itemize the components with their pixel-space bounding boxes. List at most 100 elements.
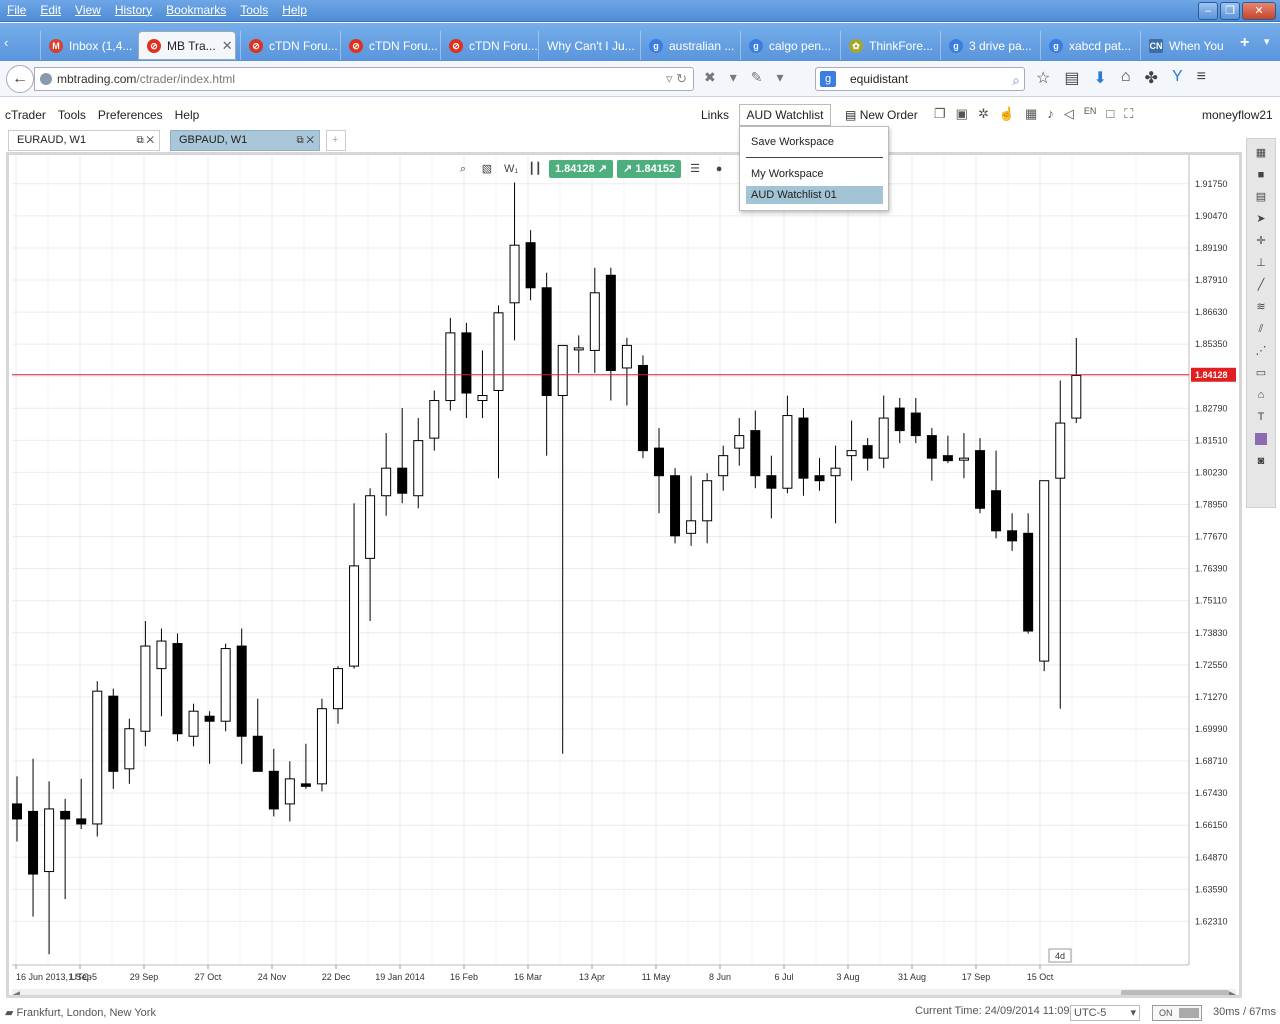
tab-australian[interactable]: g australian ...	[640, 31, 738, 60]
candle-body[interactable]	[509, 244, 520, 304]
save-workspace-item[interactable]: Save Workspace	[746, 133, 883, 151]
menu-preferences[interactable]: Preferences	[98, 108, 163, 122]
candle-body[interactable]	[477, 395, 488, 402]
candle-body[interactable]	[204, 715, 215, 722]
tab-gmail[interactable]: M Inbox (1,4...	[40, 31, 136, 60]
addon-pen-icon[interactable]: ✎	[751, 69, 763, 86]
candlestick-chart[interactable]: 1.91750 1.90470 1.89190 1.87910 1.86630 1.853…	[9, 155, 1239, 995]
candle-body[interactable]	[493, 312, 504, 392]
menu-bookmarks[interactable]: Bookmarks	[159, 1, 233, 19]
candle-body[interactable]	[718, 455, 729, 477]
candle-body[interactable]	[991, 490, 1002, 532]
sell-price-button[interactable]: 1.84128 ↗	[549, 160, 614, 178]
menu-tools[interactable]: Tools	[58, 108, 86, 122]
rectangle-icon[interactable]: ▭	[1251, 363, 1271, 383]
alert-bell-icon[interactable]: ♪	[1047, 106, 1054, 122]
candle-body[interactable]	[429, 400, 440, 439]
home-icon[interactable]: ⌂	[1121, 68, 1131, 88]
back-button[interactable]: ←	[6, 65, 34, 93]
candle-body[interactable]	[156, 640, 167, 670]
menu-tools[interactable]: Tools	[233, 1, 275, 19]
close-tab-icon[interactable]: ✕	[222, 38, 233, 54]
candle-body[interactable]	[814, 475, 825, 482]
video-icon[interactable]: ▣	[956, 106, 968, 122]
addon-icon[interactable]: ✤	[1145, 68, 1158, 88]
restore-button[interactable]: ❐	[1220, 2, 1240, 20]
text-icon[interactable]: T	[1251, 407, 1271, 427]
candle-body[interactable]	[621, 344, 632, 369]
candle-body[interactable]	[140, 645, 151, 732]
tab-when-you[interactable]: CN When You	[1140, 31, 1232, 60]
bookmarks-list-icon[interactable]: ▤	[1064, 68, 1079, 88]
chart-tab-controls-icon[interactable]: ⧉ ✕	[136, 131, 154, 150]
candle-body[interactable]	[766, 475, 777, 489]
horizontal-scrollbar-track[interactable]	[12, 989, 1236, 995]
username[interactable]: moneyflow21	[1202, 108, 1273, 122]
new-order-button[interactable]: ▤ New Order	[845, 108, 918, 122]
horizontal-line-icon[interactable]: ⊥	[1251, 253, 1271, 273]
candle-body[interactable]	[589, 292, 600, 351]
candle-body[interactable]	[381, 467, 392, 497]
tab-thinkforex[interactable]: ✿ ThinkFore...	[840, 31, 938, 60]
candle-body[interactable]	[750, 430, 761, 477]
menu-edit[interactable]: Edit	[33, 1, 68, 19]
candle-body[interactable]	[333, 668, 343, 710]
menu-help[interactable]: Help	[275, 1, 314, 19]
candle-body[interactable]	[12, 803, 22, 820]
info-icon[interactable]: ●	[709, 160, 729, 178]
minimize-button[interactable]: –	[1198, 2, 1218, 20]
candle-body[interactable]	[734, 435, 745, 449]
candle-body[interactable]	[878, 417, 889, 459]
tab-xabcd[interactable]: g xabcd pat...	[1040, 31, 1138, 60]
scroll-left-icon[interactable]: ◀	[13, 989, 20, 995]
candle-body[interactable]	[44, 808, 55, 873]
hamburger-menu-icon[interactable]: ≡	[1197, 68, 1206, 88]
candle-body[interactable]	[172, 643, 183, 735]
candle-body[interactable]	[942, 455, 953, 462]
language-icon[interactable]: EN	[1084, 106, 1097, 122]
addon-block-icon[interactable]: ✖	[704, 69, 716, 86]
candle-body[interactable]	[92, 690, 103, 825]
candles-icon[interactable]: ┃┃	[525, 160, 545, 178]
menu-help[interactable]: Help	[175, 108, 200, 122]
candle-body[interactable]	[252, 735, 263, 772]
cursor-icon[interactable]: ➤	[1251, 209, 1271, 229]
watchlist-button[interactable]: AUD Watchlist 01	[739, 104, 831, 142]
search-input[interactable]: g equidistant ⌕	[815, 67, 1025, 91]
timezone-select[interactable]: UTC-5 ▾	[1070, 1005, 1140, 1021]
crosshair-icon[interactable]: ✛	[1251, 231, 1271, 251]
candle-body[interactable]	[284, 778, 295, 805]
candle-body[interactable]	[349, 565, 360, 667]
candle-body[interactable]	[1039, 480, 1050, 662]
menu-file[interactable]: File	[0, 1, 33, 19]
candle-body[interactable]	[958, 457, 969, 461]
chart-area[interactable]: 1.91750 1.90470 1.89190 1.87910 1.86630 1.853…	[6, 152, 1242, 998]
menu-history[interactable]: History	[108, 1, 159, 19]
tab-ctdn-2[interactable]: ⊘ cTDN Foru...	[340, 31, 438, 60]
candle-body[interactable]	[605, 274, 616, 371]
horizontal-scrollbar-thumb[interactable]	[1121, 990, 1229, 995]
close-window-button[interactable]: ✕	[1242, 2, 1276, 20]
one-click-icon[interactable]: ☝	[999, 106, 1015, 122]
candle-body[interactable]	[300, 783, 311, 787]
grid-layout-icon[interactable]: ▦	[1251, 143, 1271, 163]
chart-type-icon[interactable]: ▧	[477, 160, 497, 178]
candle-body[interactable]	[702, 480, 713, 522]
candle-body[interactable]	[573, 347, 584, 351]
candle-body[interactable]	[1023, 532, 1034, 632]
window-mode-icon[interactable]: □	[1106, 106, 1114, 122]
candle-body[interactable]	[188, 710, 199, 737]
download-icon[interactable]: ⬇	[1093, 68, 1106, 88]
indicators-icon[interactable]: ☰	[685, 160, 705, 178]
single-layout-icon[interactable]: ■	[1251, 165, 1271, 185]
connection-toggle[interactable]: ON	[1152, 1005, 1202, 1021]
tab-mbtrading[interactable]: ⊘ MB Tra... ✕	[138, 31, 236, 60]
windows-icon[interactable]: ❐	[934, 106, 946, 122]
tab-scroll-left-icon[interactable]: ‹	[4, 35, 8, 50]
tab-3-drive[interactable]: g3 drive pa...	[940, 31, 1038, 60]
candle-body[interactable]	[926, 435, 937, 459]
candle-body[interactable]	[236, 645, 247, 737]
bookmark-star-icon[interactable]: ☆	[1036, 68, 1050, 88]
new-tab-icon[interactable]: +	[1240, 34, 1249, 52]
candle-body[interactable]	[541, 287, 552, 397]
